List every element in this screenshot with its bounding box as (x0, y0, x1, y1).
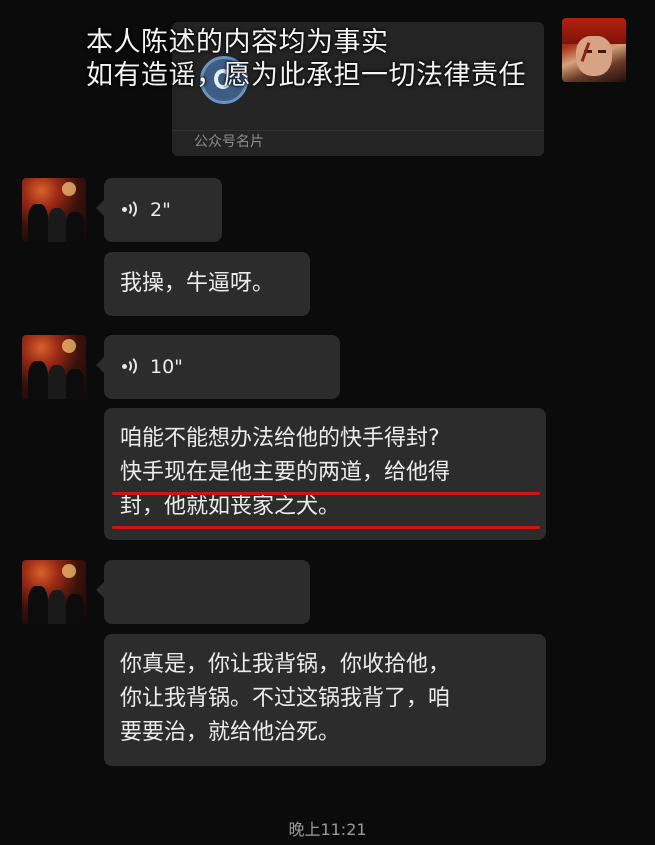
message-line: 快手现在是他主要的两道，给他得 (120, 460, 451, 485)
message-line: 你让我背锅。不过这锅我背了，咱 (120, 686, 451, 711)
overlay-line-2: 如有造谣，愿为此承担一切法律责任 (86, 60, 526, 91)
text-message[interactable]: 咱能不能想办法给他的快手得封? 快手现在是他主要的两道，给他得 封，他就如丧家之… (104, 408, 546, 540)
contact-avatar[interactable] (22, 335, 86, 399)
avatar-figure (48, 208, 66, 242)
card-type-label: 公众号名片 (194, 134, 264, 150)
self-avatar[interactable] (562, 18, 626, 82)
contact-avatar[interactable] (22, 560, 86, 624)
voice-duration: 2" (150, 199, 171, 221)
avatar-figure (66, 594, 84, 624)
message-timestamp: 晚上11:21 (288, 820, 367, 839)
message-line: 你真是，你让我背锅，你收拾他， (120, 652, 451, 677)
avatar-eye (598, 50, 606, 53)
avatar-figure (66, 212, 84, 242)
message-text: 我操，牛逼呀。 (120, 271, 275, 296)
avatar-figure (28, 586, 48, 624)
avatar-figure (66, 369, 84, 399)
message-line: 咱能不能想办法给他的快手得封? (120, 426, 440, 451)
message-line: 要要治，就给他治死。 (120, 720, 341, 745)
highlight-underline (112, 526, 540, 529)
avatar-figure (48, 365, 66, 399)
highlight-underline (112, 492, 540, 495)
text-message[interactable]: 我操，牛逼呀。 (104, 252, 310, 316)
voice-wave-icon (120, 198, 140, 221)
avatar-light (62, 182, 76, 196)
avatar-figure (28, 204, 48, 242)
avatar-light (62, 564, 76, 578)
avatar-figure (28, 361, 48, 399)
voice-wave-icon (120, 355, 140, 378)
voice-duration: 10" (150, 356, 183, 378)
overlay-caption: 本人陈述的内容均为事实 如有造谣，愿为此承担一切法律责任 (86, 26, 526, 92)
overlay-line-1: 本人陈述的内容均为事实 (86, 27, 389, 58)
avatar-figure (48, 590, 66, 624)
text-message[interactable]: 你真是，你让我背锅，你收拾他， 你让我背锅。不过这锅我背了，咱 要要治，就给他治… (104, 634, 546, 766)
message-line: 封，他就如丧家之犬。 (120, 494, 341, 519)
voice-message[interactable]: 10" (96, 335, 340, 399)
avatar-light (62, 339, 76, 353)
message-bubble-empty[interactable] (96, 560, 310, 624)
voice-message[interactable]: 2" (96, 178, 222, 242)
contact-avatar[interactable] (22, 178, 86, 242)
